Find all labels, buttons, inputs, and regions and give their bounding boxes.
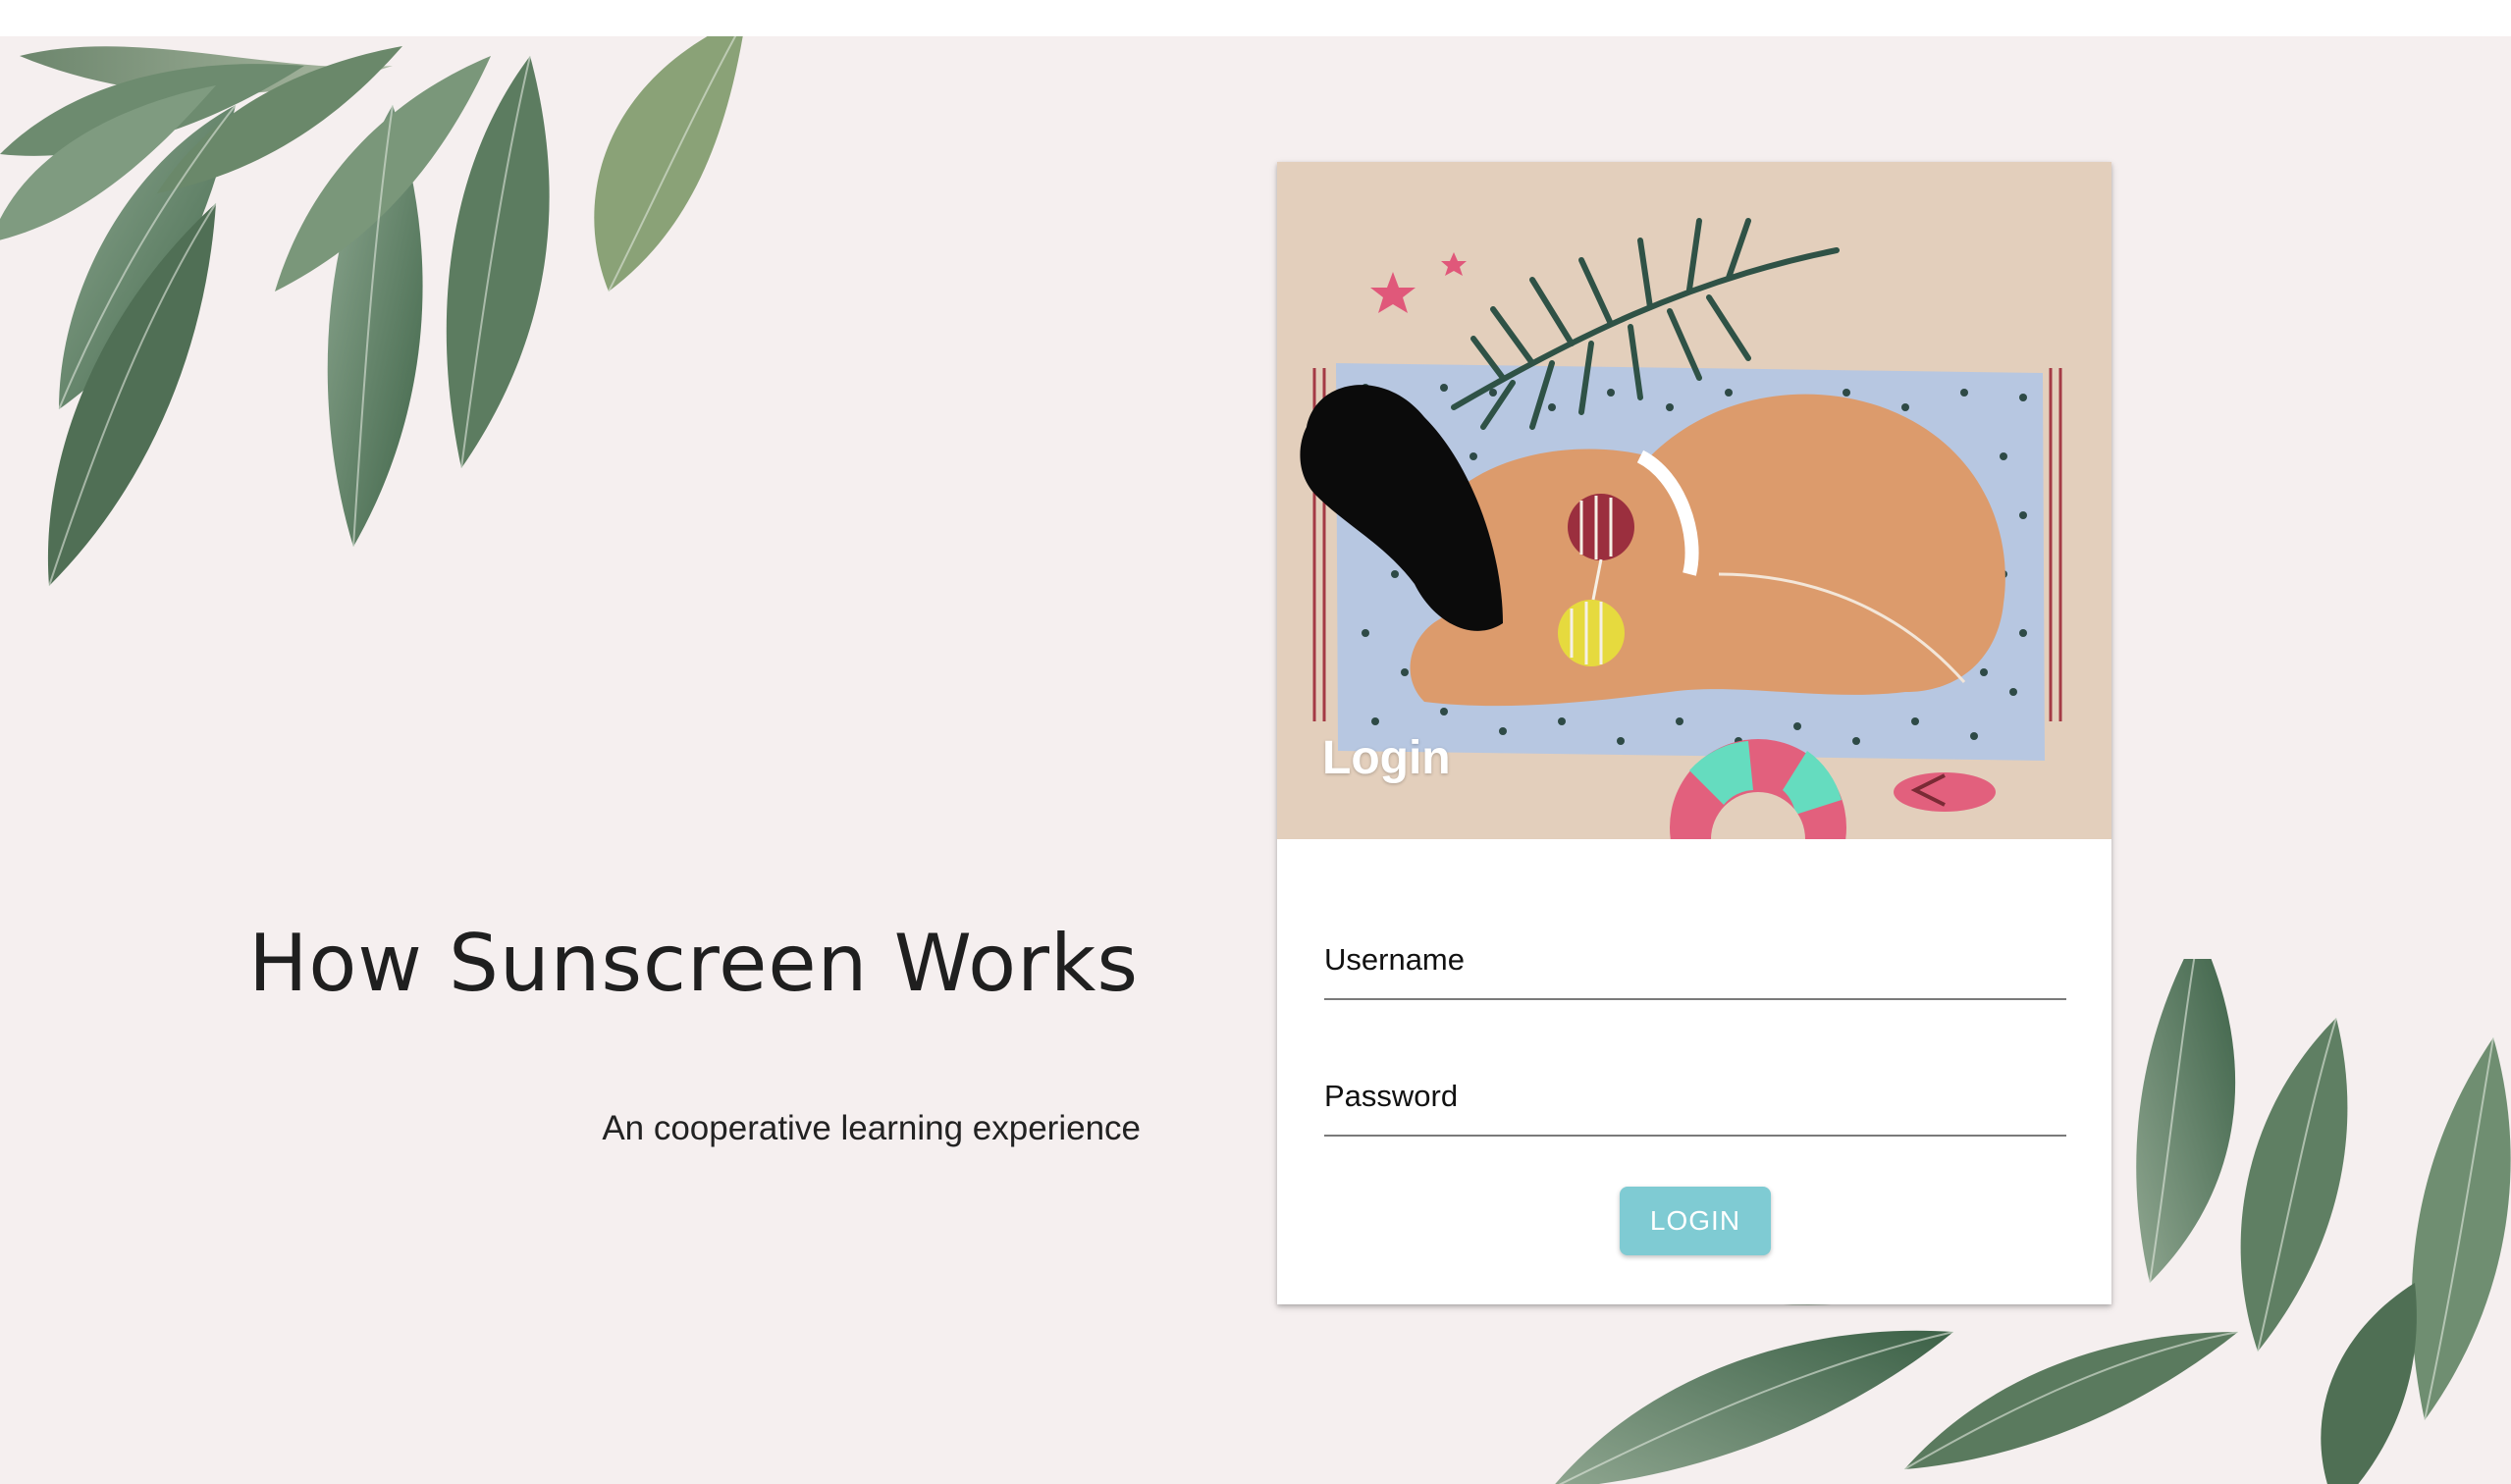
- username-field[interactable]: Username: [1324, 942, 2070, 1035]
- page-title: How Sunscreen Works: [248, 918, 1139, 1009]
- password-input[interactable]: [1324, 1079, 2070, 1140]
- password-field[interactable]: Password: [1324, 1079, 2070, 1172]
- leaves-decoration-top-left: [0, 36, 743, 587]
- password-underline: [1324, 1135, 2066, 1137]
- card-title: Login: [1322, 732, 1451, 784]
- username-input[interactable]: [1324, 942, 2070, 1003]
- page-subtitle: An cooperative learning experience: [602, 1109, 1141, 1147]
- username-underline: [1324, 998, 2066, 1000]
- login-card: Login Username Password LOGIN: [1277, 162, 2111, 1304]
- page-background: How Sunscreen Works An cooperative learn…: [0, 36, 2511, 1484]
- card-illustration: Login: [1277, 162, 2111, 839]
- login-button[interactable]: LOGIN: [1620, 1187, 1771, 1255]
